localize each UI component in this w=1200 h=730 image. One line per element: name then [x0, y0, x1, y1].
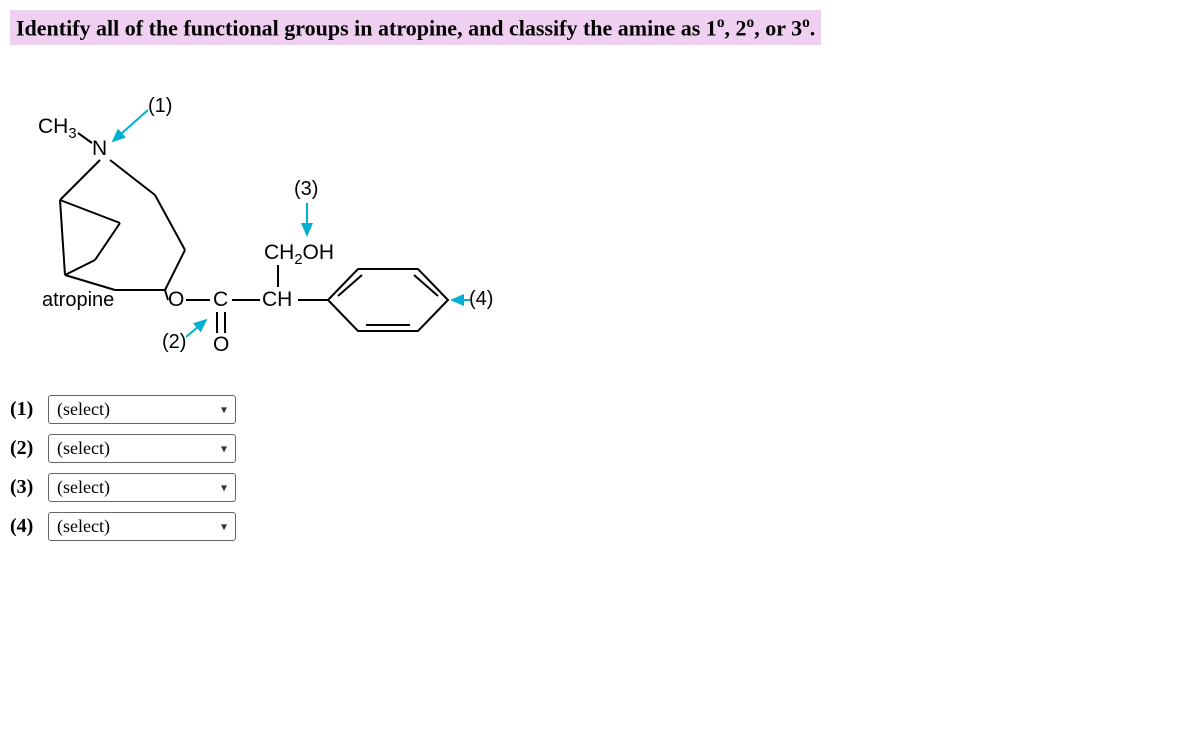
answer-row-4: (4) (select) ▾: [10, 512, 1190, 541]
degree-sup-3: o: [802, 14, 810, 31]
question-text-end: .: [810, 15, 816, 40]
select-3-value: (select): [57, 477, 110, 498]
answer-label-3: (3): [10, 476, 42, 499]
chevron-down-icon: ▾: [221, 519, 227, 534]
answer-row-3: (3) (select) ▾: [10, 473, 1190, 502]
question-text-mid2: , or 3: [754, 15, 802, 40]
select-1[interactable]: (select) ▾: [48, 395, 236, 424]
answer-label-4: (4): [10, 515, 42, 538]
select-4-value: (select): [57, 516, 110, 537]
answer-label-2: (2): [10, 437, 42, 460]
question-text-mid1: , 2: [725, 15, 747, 40]
chevron-down-icon: ▾: [221, 402, 227, 417]
select-3[interactable]: (select) ▾: [48, 473, 236, 502]
arrow-2: [186, 320, 206, 337]
select-4[interactable]: (select) ▾: [48, 512, 236, 541]
select-1-value: (select): [57, 399, 110, 420]
chevron-down-icon: ▾: [221, 480, 227, 495]
degree-sup-1: o: [717, 14, 725, 31]
question-header: Identify all of the functional groups in…: [10, 10, 821, 45]
structure-svg: [10, 75, 530, 375]
arrow-1: [113, 110, 148, 141]
answer-label-1: (1): [10, 398, 42, 421]
molecular-structure: CH3 N atropine (1) (3) CH2OH O C CH O (2…: [10, 75, 1190, 375]
answer-row-1: (1) (select) ▾: [10, 395, 1190, 424]
question-text-start: Identify all of the functional groups in…: [16, 15, 717, 40]
answer-row-2: (2) (select) ▾: [10, 434, 1190, 463]
chevron-down-icon: ▾: [221, 441, 227, 456]
select-2-value: (select): [57, 438, 110, 459]
select-2[interactable]: (select) ▾: [48, 434, 236, 463]
